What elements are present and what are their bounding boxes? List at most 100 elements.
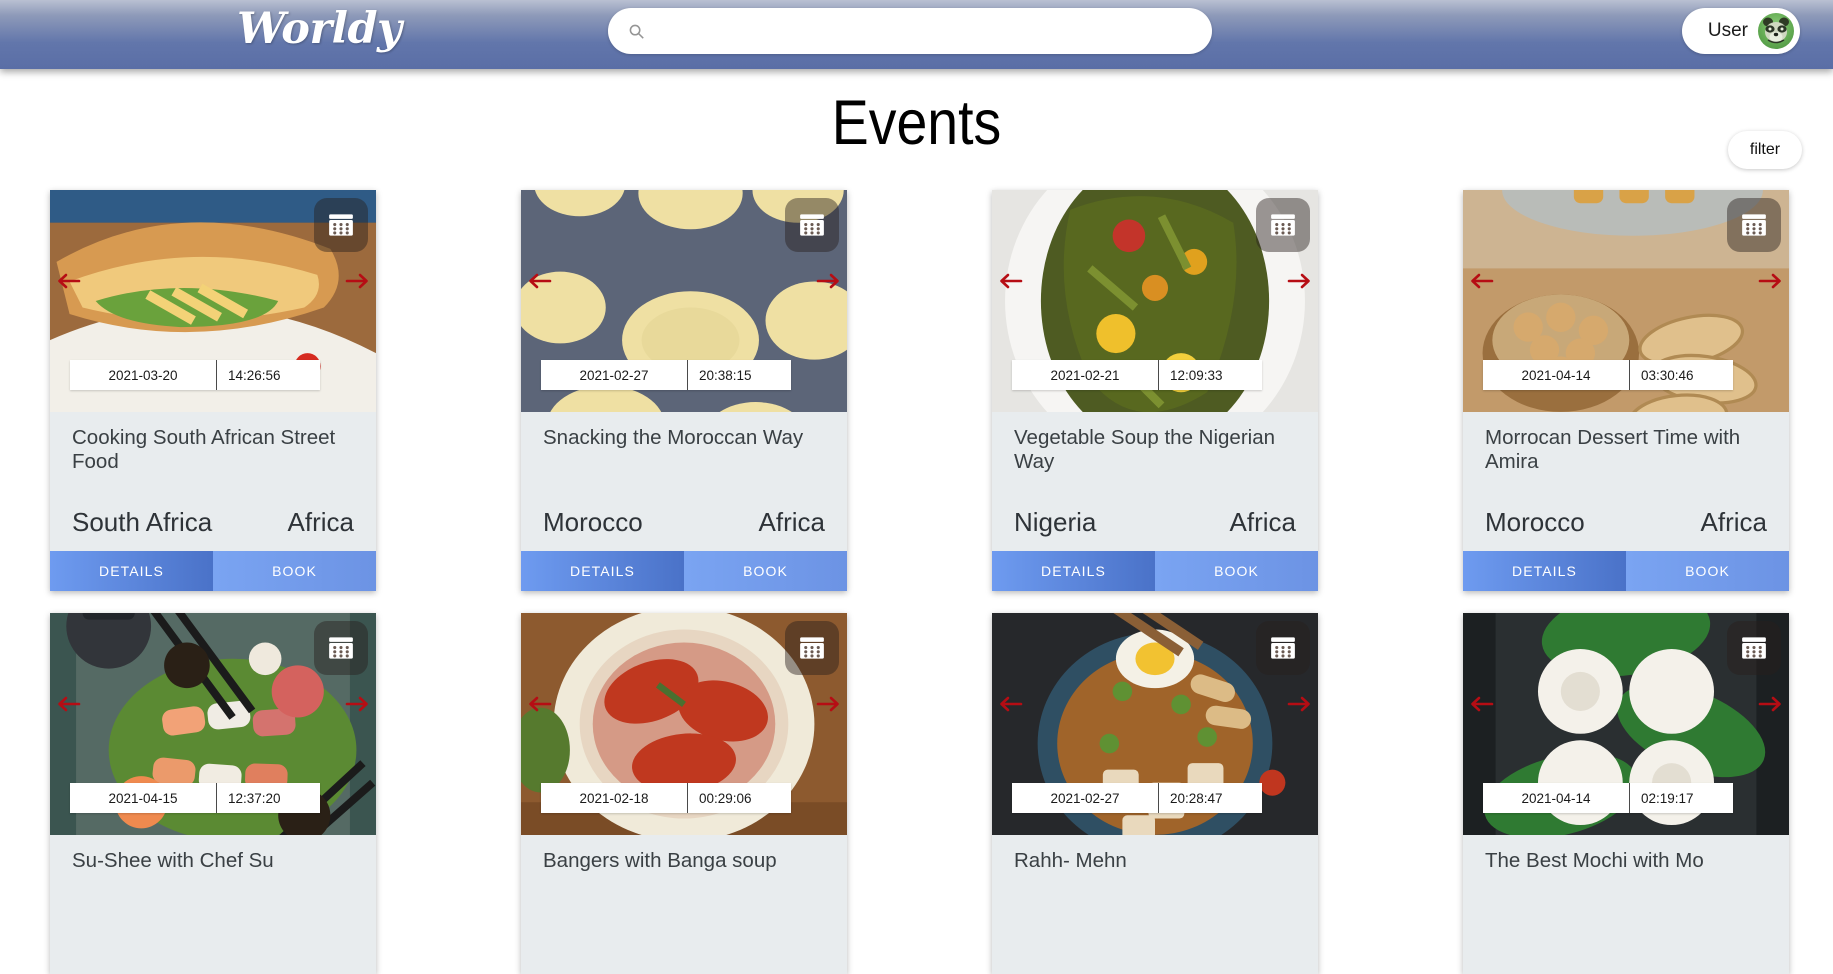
event-info: Rahh- Mehn xyxy=(992,835,1318,974)
next-image-arrow[interactable] xyxy=(1757,268,1783,294)
prev-image-arrow[interactable] xyxy=(56,691,82,717)
calendar-icon[interactable] xyxy=(1256,198,1310,252)
event-card-actions: DETAILS BOOK xyxy=(521,551,847,591)
prev-image-arrow[interactable] xyxy=(56,268,82,294)
event-time: 02:19:17 xyxy=(1629,783,1733,813)
event-continent: Africa xyxy=(1229,506,1296,537)
next-image-arrow[interactable] xyxy=(344,268,370,294)
event-title: Su-Shee with Chef Su xyxy=(72,849,274,872)
next-image-arrow[interactable] xyxy=(815,691,841,717)
event-location: Nigeria Africa xyxy=(1014,507,1296,547)
event-info: Morrocan Dessert Time with Amira Morocco… xyxy=(1463,412,1789,551)
next-image-arrow[interactable] xyxy=(1757,691,1783,717)
event-card[interactable]: 2021-02-27 20:38:15 Snacking the Morocca… xyxy=(521,190,847,591)
event-datetime: 2021-04-14 02:19:17 xyxy=(1483,783,1733,813)
event-time: 00:29:06 xyxy=(687,783,791,813)
event-image: 2021-02-27 20:38:15 xyxy=(521,190,847,412)
calendar-icon[interactable] xyxy=(785,621,839,675)
event-location: Morocco Africa xyxy=(543,507,825,547)
next-image-arrow[interactable] xyxy=(1286,691,1312,717)
calendar-icon[interactable] xyxy=(785,198,839,252)
event-info: Cooking South African Street Food South … xyxy=(50,412,376,551)
book-button[interactable]: BOOK xyxy=(213,551,376,591)
event-card[interactable]: 2021-04-14 03:30:46 Morrocan Dessert Tim… xyxy=(1463,190,1789,591)
event-continent: Africa xyxy=(1700,506,1767,537)
event-datetime: 2021-02-27 20:38:15 xyxy=(541,360,791,390)
event-card[interactable]: 2021-02-27 20:28:47 Rahh- Mehn xyxy=(992,613,1318,974)
event-date: 2021-03-20 xyxy=(108,367,178,383)
event-datetime: 2021-02-27 20:28:47 xyxy=(1012,783,1262,813)
raccoon-avatar-icon[interactable] xyxy=(1758,13,1794,49)
event-date: 2021-02-27 xyxy=(579,367,649,383)
brand-logo[interactable]: Worldy xyxy=(237,4,402,54)
prev-image-arrow[interactable] xyxy=(1469,691,1495,717)
event-country: Morocco xyxy=(543,506,643,537)
event-info: The Best Mochi with Mo xyxy=(1463,835,1789,974)
details-button[interactable]: DETAILS xyxy=(992,551,1155,591)
event-title: Vegetable Soup the Nigerian Way xyxy=(1014,426,1276,473)
event-location xyxy=(1485,960,1767,970)
book-button[interactable]: BOOK xyxy=(684,551,847,591)
user-label: User xyxy=(1707,20,1748,41)
event-image: 2021-04-14 02:19:17 xyxy=(1463,613,1789,835)
event-title: Morrocan Dessert Time with Amira xyxy=(1485,426,1741,473)
event-datetime: 2021-02-21 12:09:33 xyxy=(1012,360,1262,390)
event-country: Nigeria xyxy=(1014,506,1097,537)
prev-image-arrow[interactable] xyxy=(998,691,1024,717)
details-button[interactable]: DETAILS xyxy=(1463,551,1626,591)
events-grid: 2021-03-20 14:26:56 Cooking South Africa… xyxy=(50,190,1790,974)
page-title: Events xyxy=(831,88,1002,158)
event-time: 12:09:33 xyxy=(1158,360,1262,390)
event-datetime: 2021-02-18 00:29:06 xyxy=(541,783,791,813)
prev-image-arrow[interactable] xyxy=(527,268,553,294)
event-info: Bangers with Banga soup xyxy=(521,835,847,974)
user-menu[interactable]: User xyxy=(1682,8,1800,54)
event-image: 2021-04-15 12:37:20 xyxy=(50,613,376,835)
calendar-icon[interactable] xyxy=(1727,621,1781,675)
event-time: 20:28:47 xyxy=(1158,783,1262,813)
search-input[interactable] xyxy=(645,8,1212,54)
next-image-arrow[interactable] xyxy=(1286,268,1312,294)
event-date: 2021-02-21 xyxy=(1050,367,1120,383)
calendar-icon[interactable] xyxy=(314,621,368,675)
event-datetime: 2021-04-15 12:37:20 xyxy=(70,783,320,813)
calendar-icon[interactable] xyxy=(1256,621,1310,675)
next-image-arrow[interactable] xyxy=(815,268,841,294)
search-icon xyxy=(628,23,645,40)
event-info: Vegetable Soup the Nigerian Way Nigeria … xyxy=(992,412,1318,551)
event-card-actions: DETAILS BOOK xyxy=(992,551,1318,591)
event-title: Bangers with Banga soup xyxy=(543,849,777,872)
filter-button[interactable]: filter xyxy=(1728,131,1802,169)
event-card-actions: DETAILS BOOK xyxy=(1463,551,1789,591)
event-card[interactable]: 2021-03-20 14:26:56 Cooking South Africa… xyxy=(50,190,376,591)
prev-image-arrow[interactable] xyxy=(1469,268,1495,294)
event-date: 2021-02-27 xyxy=(1050,790,1120,806)
event-location xyxy=(72,960,354,970)
event-card[interactable]: 2021-02-21 12:09:33 Vegetable Soup the N… xyxy=(992,190,1318,591)
event-card[interactable]: 2021-02-18 00:29:06 Bangers with Banga s… xyxy=(521,613,847,974)
event-continent: Africa xyxy=(287,506,354,537)
event-time: 12:37:20 xyxy=(216,783,320,813)
event-time: 03:30:46 xyxy=(1629,360,1733,390)
event-image: 2021-04-14 03:30:46 xyxy=(1463,190,1789,412)
next-image-arrow[interactable] xyxy=(344,691,370,717)
calendar-icon[interactable] xyxy=(1727,198,1781,252)
event-date: 2021-04-14 xyxy=(1521,790,1591,806)
page-header: Events xyxy=(0,69,1833,164)
prev-image-arrow[interactable] xyxy=(527,691,553,717)
event-location xyxy=(1014,960,1296,970)
book-button[interactable]: BOOK xyxy=(1626,551,1789,591)
event-date: 2021-04-15 xyxy=(108,790,178,806)
details-button[interactable]: DETAILS xyxy=(50,551,213,591)
event-title: Rahh- Mehn xyxy=(1014,849,1127,872)
calendar-icon[interactable] xyxy=(314,198,368,252)
details-button[interactable]: DETAILS xyxy=(521,551,684,591)
event-card-actions: DETAILS BOOK xyxy=(50,551,376,591)
event-time: 20:38:15 xyxy=(687,360,791,390)
event-date: 2021-02-18 xyxy=(579,790,649,806)
book-button[interactable]: BOOK xyxy=(1155,551,1318,591)
event-card[interactable]: 2021-04-15 12:37:20 Su-Shee with Chef Su xyxy=(50,613,376,974)
event-card[interactable]: 2021-04-14 02:19:17 The Best Mochi with … xyxy=(1463,613,1789,974)
prev-image-arrow[interactable] xyxy=(998,268,1024,294)
search-bar[interactable] xyxy=(608,8,1212,54)
